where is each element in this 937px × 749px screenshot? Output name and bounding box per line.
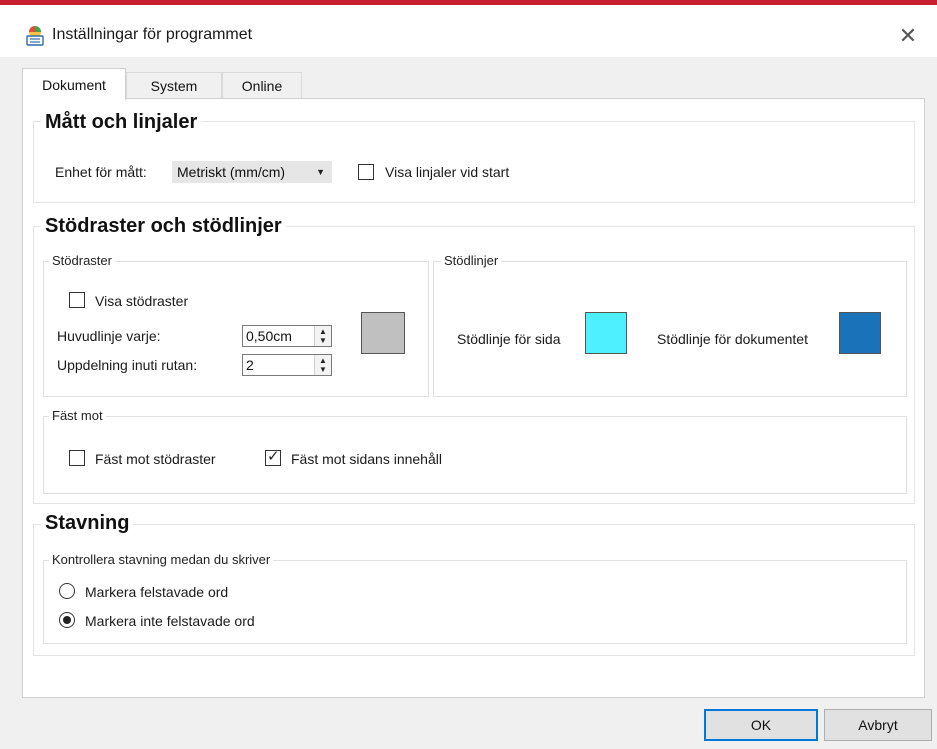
subdivision-value: 2 bbox=[246, 357, 254, 373]
major-line-stepper[interactable]: 0,50cm ▲ ▼ bbox=[242, 325, 332, 347]
snap-group-title: Fäst mot bbox=[49, 408, 106, 423]
grid-color-swatch[interactable] bbox=[361, 312, 405, 354]
no-mark-misspelled-radio[interactable] bbox=[59, 612, 75, 628]
snap-grid-label: Fäst mot stödraster bbox=[95, 451, 216, 467]
unit-select[interactable]: Metriskt (mm/cm) ▼ bbox=[172, 161, 332, 183]
chevron-down-icon: ▼ bbox=[316, 167, 325, 177]
grid-group-title: Stödraster bbox=[49, 253, 115, 268]
window-title: Inställningar för programmet bbox=[52, 26, 253, 43]
arrow-down-icon: ▼ bbox=[319, 365, 327, 374]
rulers-label: Visa linjaler vid start bbox=[385, 164, 510, 180]
tab-system[interactable]: System bbox=[126, 72, 222, 98]
guidelines-group-title: Stödlinjer bbox=[441, 253, 502, 268]
snap-content-label: Fäst mot sidans innehåll bbox=[291, 451, 442, 467]
show-grid-label: Visa stödraster bbox=[95, 293, 189, 309]
tab-panel-dokument: Mått och linjaler Enhet för mått: Metris… bbox=[22, 98, 925, 698]
cancel-button[interactable]: Avbryt bbox=[824, 709, 932, 741]
title-bar: Inställningar för programmet ✕ bbox=[0, 5, 937, 57]
spelling-section-title: Stavning bbox=[41, 512, 134, 535]
mark-misspelled-radio[interactable] bbox=[59, 583, 75, 599]
close-button[interactable]: ✕ bbox=[891, 19, 925, 53]
measures-section-title: Mått och linjaler bbox=[41, 111, 202, 134]
spelling-group-title: Kontrollera stavning medan du skriver bbox=[49, 552, 274, 567]
settings-app-icon bbox=[24, 25, 46, 47]
no-mark-misspelled-label: Markera inte felstavade ord bbox=[85, 613, 255, 629]
doc-guide-label: Stödlinje för dokumentet bbox=[657, 331, 808, 347]
unit-select-value: Metriskt (mm/cm) bbox=[177, 164, 286, 180]
snap-content-checkbox[interactable]: ✓ bbox=[265, 448, 281, 466]
snap-grid-checkbox[interactable] bbox=[69, 450, 85, 466]
guides-section-title: Stödraster och stödlinjer bbox=[41, 215, 286, 238]
doc-guide-color-swatch[interactable] bbox=[839, 312, 881, 354]
stepper-buttons[interactable]: ▲ ▼ bbox=[314, 355, 331, 375]
tab-dokument[interactable]: Dokument bbox=[22, 68, 126, 100]
tab-online[interactable]: Online bbox=[222, 72, 302, 98]
guidelines-group bbox=[433, 261, 907, 397]
unit-label: Enhet för mått: bbox=[55, 164, 147, 180]
show-grid-checkbox[interactable] bbox=[69, 292, 85, 308]
ok-button[interactable]: OK bbox=[704, 709, 818, 741]
subdivision-label: Uppdelning inuti rutan: bbox=[57, 357, 198, 373]
major-line-value: 0,50cm bbox=[246, 328, 292, 344]
stepper-buttons[interactable]: ▲ ▼ bbox=[314, 326, 331, 346]
major-line-label: Huvudlinje varje: bbox=[57, 328, 161, 344]
arrow-down-icon: ▼ bbox=[319, 336, 327, 345]
rulers-checkbox[interactable] bbox=[358, 164, 374, 180]
arrow-up-icon: ▲ bbox=[319, 356, 327, 365]
radio-selected-dot bbox=[63, 616, 71, 624]
page-guide-color-swatch[interactable] bbox=[585, 312, 627, 354]
check-icon: ✓ bbox=[267, 448, 280, 465]
mark-misspelled-label: Markera felstavade ord bbox=[85, 584, 229, 600]
spelling-group bbox=[43, 560, 907, 644]
page-guide-label: Stödlinje för sida bbox=[457, 331, 561, 347]
arrow-up-icon: ▲ bbox=[319, 327, 327, 336]
dialog-client-area: Dokument System Online Mått och linjaler… bbox=[0, 57, 937, 749]
subdivision-stepper[interactable]: 2 ▲ ▼ bbox=[242, 354, 332, 376]
